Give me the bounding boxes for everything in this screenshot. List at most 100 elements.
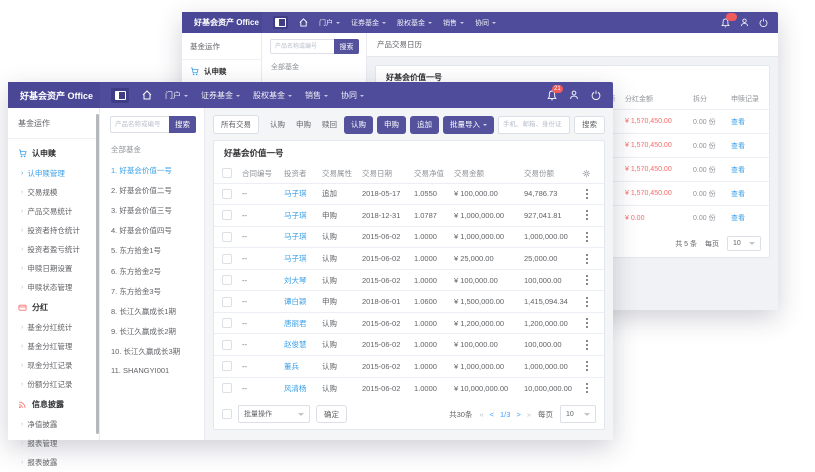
row-checkbox[interactable] [222, 189, 232, 199]
purchase-button[interactable]: 申购 [377, 116, 406, 134]
tab-purchase[interactable]: 申购 [296, 119, 311, 130]
row-actions-icon[interactable] [586, 301, 588, 303]
row-actions-icon[interactable] [586, 365, 588, 367]
view-link[interactable]: 查看 [731, 189, 761, 199]
row-actions-icon[interactable] [586, 236, 588, 238]
view-link[interactable]: 查看 [731, 165, 761, 175]
investor-search-button[interactable]: 搜索 [574, 116, 605, 134]
row-checkbox[interactable] [222, 275, 232, 285]
prev-page-icon[interactable]: < [490, 410, 494, 419]
sidebar-item-investor-position-stats[interactable]: ›投资者持仓统计 [8, 221, 99, 240]
sidebar-item-cash-dividend-records[interactable]: ›现金分红记录 [8, 356, 99, 375]
product-item[interactable]: 6. 东方拾金2号 [110, 261, 196, 281]
row-actions-icon[interactable] [586, 258, 588, 260]
sidebar-toggle-button[interactable] [273, 16, 288, 29]
product-item[interactable]: 8. 长江久赢成长1期 [110, 301, 196, 321]
tab-all-trades[interactable]: 所有交易 [213, 115, 259, 134]
sidebar-item-dividend-stats[interactable]: ›基金分红统计 [8, 318, 99, 337]
investor-link[interactable]: 赵俊慧 [284, 339, 322, 350]
sidebar-section-subscription[interactable]: 认申赎 [8, 143, 99, 164]
investor-link[interactable]: 风清杨 [284, 383, 322, 394]
power-icon[interactable] [759, 18, 768, 27]
row-actions-icon[interactable] [586, 387, 588, 389]
user-icon[interactable] [569, 90, 579, 100]
investor-link[interactable]: 董兵 [284, 361, 322, 372]
row-checkbox[interactable] [222, 383, 232, 393]
menu-sales[interactable]: 销售 [305, 90, 328, 101]
batch-import-button[interactable]: 批量导入 [443, 116, 494, 134]
row-checkbox[interactable] [222, 210, 232, 220]
select-all-checkbox[interactable] [222, 168, 232, 178]
view-link[interactable]: 查看 [731, 141, 761, 151]
power-icon[interactable] [591, 90, 601, 100]
sidebar-item-redeem-date-setting[interactable]: ›申赎日期设置 [8, 259, 99, 278]
investor-link[interactable]: 马子琪 [284, 253, 322, 264]
product-item[interactable]: 9. 长江久赢成长2期 [110, 322, 196, 342]
sidebar-item-nav-disclosure[interactable]: ›净值披露 [8, 415, 99, 434]
confirm-button[interactable]: 确定 [316, 405, 347, 423]
menu-portal[interactable]: 门户 [165, 90, 188, 101]
batch-action-select[interactable]: 批量操作 [238, 405, 310, 423]
investor-link[interactable]: 谭白颖 [284, 296, 322, 307]
column-settings-gear-icon[interactable] [582, 169, 594, 178]
sidebar-item-report-mgmt[interactable]: ›报表管理 [8, 434, 99, 453]
product-item[interactable]: 11. SHANGYI001 [110, 362, 196, 380]
view-link[interactable]: 查看 [731, 117, 761, 127]
per-page-select[interactable]: 10 [727, 236, 761, 251]
sidebar-item-subscription-mgmt[interactable]: ›认申赎管理 [8, 164, 99, 183]
row-checkbox[interactable] [222, 318, 232, 328]
product-search-button[interactable]: 搜索 [334, 39, 359, 54]
sidebar-item-report-disclosure[interactable]: ›报表披露 [8, 453, 99, 472]
tab-redeem[interactable]: 赎回 [322, 119, 337, 130]
last-page-icon[interactable]: » [527, 410, 531, 419]
row-checkbox[interactable] [222, 340, 232, 350]
row-actions-icon[interactable] [586, 214, 588, 216]
notifications-bell-icon[interactable] [721, 18, 730, 28]
investor-link[interactable]: 马子琪 [284, 210, 322, 221]
product-item[interactable]: 5. 东方拾金1号 [110, 241, 196, 261]
product-item[interactable]: 1. 好基会价值一号 [110, 160, 196, 180]
subscribe-button[interactable]: 认购 [344, 116, 373, 134]
user-icon[interactable] [740, 18, 749, 27]
product-item[interactable]: 7. 东方拾金3号 [110, 281, 196, 301]
menu-portal[interactable]: 门户 [319, 18, 340, 28]
row-checkbox[interactable] [222, 254, 232, 264]
menu-equity-fund[interactable]: 股权基金 [253, 90, 292, 101]
sidebar-scrollbar[interactable] [96, 114, 99, 434]
product-search-input[interactable] [270, 39, 334, 54]
next-page-icon[interactable]: > [516, 410, 520, 419]
notifications-bell-icon[interactable]: 21 [547, 90, 557, 101]
row-actions-icon[interactable] [586, 322, 588, 324]
product-item[interactable]: 2. 好基会价值二号 [110, 180, 196, 200]
home-icon[interactable] [142, 90, 152, 100]
row-actions-icon[interactable] [586, 344, 588, 346]
product-search-input[interactable] [110, 116, 169, 133]
row-actions-icon[interactable] [586, 193, 588, 195]
sidebar-item-trade-scale[interactable]: ›交易规模 [8, 183, 99, 202]
menu-equity-fund[interactable]: 股权基金 [397, 18, 432, 28]
row-checkbox[interactable] [222, 232, 232, 242]
product-search-button[interactable]: 搜索 [169, 116, 196, 133]
investor-link[interactable]: 马子琪 [284, 231, 322, 242]
product-item[interactable]: 4. 好基会价值四号 [110, 221, 196, 241]
sidebar-item-share-dividend-records[interactable]: ›份额分红记录 [8, 375, 99, 394]
sidebar-toggle-button[interactable] [111, 88, 129, 103]
menu-collaboration[interactable]: 协同 [341, 90, 364, 101]
add-button[interactable]: 追加 [410, 116, 439, 134]
per-page-select[interactable]: 10 [560, 405, 596, 423]
row-actions-icon[interactable] [586, 279, 588, 281]
home-icon[interactable] [299, 18, 308, 27]
sidebar-section-disclosure[interactable]: 信息披露 [8, 394, 99, 415]
investor-search-input[interactable] [498, 116, 570, 134]
first-page-icon[interactable]: « [479, 410, 483, 419]
sidebar-section-subscription[interactable]: 认申赎 [182, 62, 261, 81]
sidebar-item-dividend-mgmt[interactable]: ›基金分红管理 [8, 337, 99, 356]
product-item[interactable]: 3. 好基会价值三号 [110, 200, 196, 220]
menu-securities-fund[interactable]: 证券基金 [351, 18, 386, 28]
row-checkbox[interactable] [222, 297, 232, 307]
sidebar-section-dividend[interactable]: 分红 [8, 297, 99, 318]
menu-sales[interactable]: 销售 [443, 18, 464, 28]
product-item[interactable]: 10. 长江久赢成长3期 [110, 342, 196, 362]
footer-select-all-checkbox[interactable] [222, 409, 232, 419]
investor-link[interactable]: 唐丽君 [284, 318, 322, 329]
